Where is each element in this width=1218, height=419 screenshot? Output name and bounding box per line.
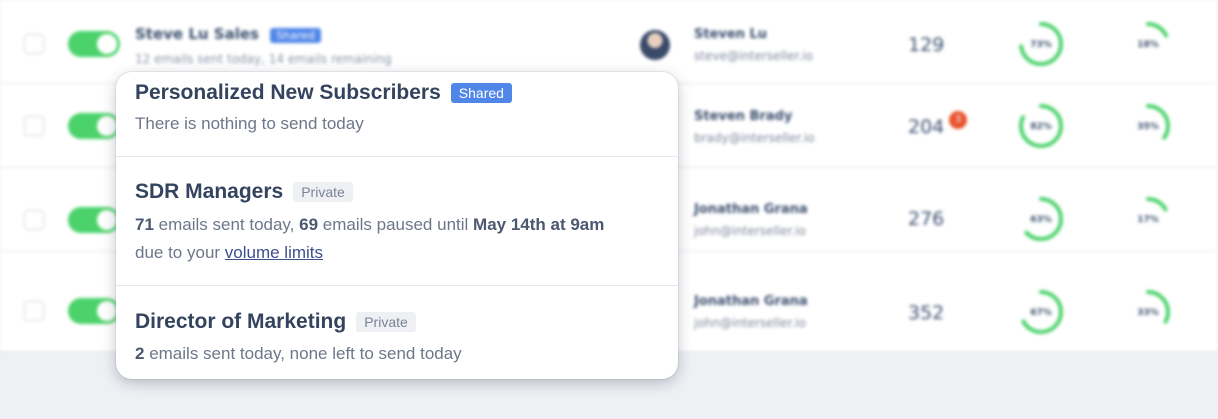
paused-until: May 14th at 9am [473,215,605,234]
owner-email: john@interseller.io [694,224,806,238]
sequence-status: 71 emails sent today, 69 emails paused u… [135,211,670,267]
sequence-name[interactable]: Steve Lu Sales Shared [135,25,321,43]
volume-limits-link[interactable]: volume limits [225,243,323,262]
sequence-title[interactable]: SDR Managers [135,180,283,204]
alert-badge: 3 [949,111,967,129]
sequence-title[interactable]: Director of Marketing [135,310,346,334]
popover-item[interactable]: Personalized New Subscribers Shared Ther… [116,72,678,157]
sequence-title[interactable]: Personalized New Subscribers [135,81,441,105]
contact-count: 204 [908,116,945,138]
paused-text: emails paused until [318,215,474,234]
progress-ring-label: 82% [1030,122,1052,132]
row-checkbox[interactable] [24,34,44,54]
owner-name: Steven Brady [694,109,793,124]
sequence-toggle[interactable] [68,113,120,139]
owner-name: Jonathan Grana [694,202,808,217]
popover-item[interactable]: Director of Marketing Private 2 emails s… [116,286,678,379]
row-checkbox[interactable] [24,116,44,136]
progress-ring-label: 33% [1137,308,1159,318]
progress-ring-label: 18% [1137,40,1159,50]
owner-name: Jonathan Grana [694,294,808,309]
sequence-toggle[interactable] [68,298,120,324]
progress-ring-label: 67% [1030,308,1052,318]
progress-ring-label: 35% [1137,122,1159,132]
owner-email: john@interseller.io [694,316,806,330]
private-badge: Private [356,312,416,332]
contact-count: 352 [908,302,945,324]
row-checkbox[interactable] [24,210,44,230]
avatar [640,30,670,60]
sequence-status: 2 emails sent today, none left to send t… [135,340,670,368]
owner-email: steve@interseller.io [694,49,813,63]
sequence-status: There is nothing to send today [135,110,670,138]
sequence-status: 12 emails sent today, 14 emails remainin… [135,52,392,66]
private-badge: Private [293,182,353,202]
status-text: There is nothing to send today [135,114,364,133]
row-checkbox[interactable] [24,301,44,321]
sent-text: emails sent today, [153,215,300,234]
progress-ring-label: 73% [1030,40,1052,50]
popover-item[interactable]: SDR Managers Private 71 emails sent toda… [116,157,678,286]
contact-count: 276 [908,208,945,230]
owner-name: Steven Lu [694,27,768,42]
owner-email: brady@interseller.io [694,131,815,145]
sequence-name-text: Steve Lu Sales [135,25,259,43]
progress-ring-label: 63% [1030,215,1052,225]
paused-count: 69 [299,215,319,234]
due-text: due to your [135,243,225,262]
sequence-toggle[interactable] [68,207,120,233]
sent-count: 71 [135,215,154,234]
contact-count: 129 [908,34,945,56]
sequence-popover: Personalized New Subscribers Shared Ther… [116,72,678,379]
status-text: emails sent today, none left to send tod… [144,344,462,363]
shared-badge: Shared [270,28,321,43]
shared-badge: Shared [450,83,512,103]
progress-ring-label: 17% [1137,215,1159,225]
sequence-toggle[interactable] [68,31,120,57]
